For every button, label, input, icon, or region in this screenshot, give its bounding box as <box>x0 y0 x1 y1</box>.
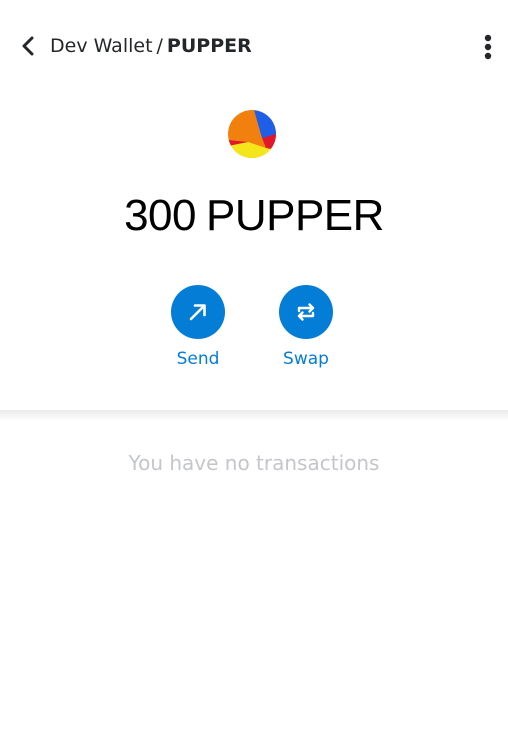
send-button-circle[interactable] <box>171 285 225 339</box>
token-header: Dev Wallet / PUPPER <box>0 0 508 92</box>
token-balance-amount: 300 <box>124 191 196 240</box>
send-button[interactable]: Send <box>158 285 238 370</box>
breadcrumb: Dev Wallet / PUPPER <box>50 34 252 58</box>
swap-arrows-icon <box>297 303 315 321</box>
breadcrumb-separator: / <box>156 35 163 57</box>
chevron-left-icon <box>22 36 34 56</box>
back-button[interactable] <box>14 32 42 60</box>
swap-button-circle[interactable] <box>279 285 333 339</box>
token-balance-symbol: PUPPER <box>205 191 384 240</box>
arrow-up-right-icon <box>189 304 206 321</box>
token-balance: 300 PUPPER <box>0 188 508 244</box>
account-options-button[interactable] <box>474 32 502 62</box>
swap-button-label[interactable]: Swap <box>283 348 329 370</box>
swap-button[interactable]: Swap <box>266 285 346 370</box>
breadcrumb-token-symbol: PUPPER <box>166 35 252 57</box>
breadcrumb-wallet-name[interactable]: Dev Wallet <box>50 35 153 57</box>
token-logo-icon <box>228 110 276 158</box>
no-transactions-message: You have no transactions <box>128 451 380 475</box>
section-divider <box>0 410 508 422</box>
kebab-menu-icon <box>484 34 492 60</box>
send-button-label[interactable]: Send <box>177 348 220 370</box>
